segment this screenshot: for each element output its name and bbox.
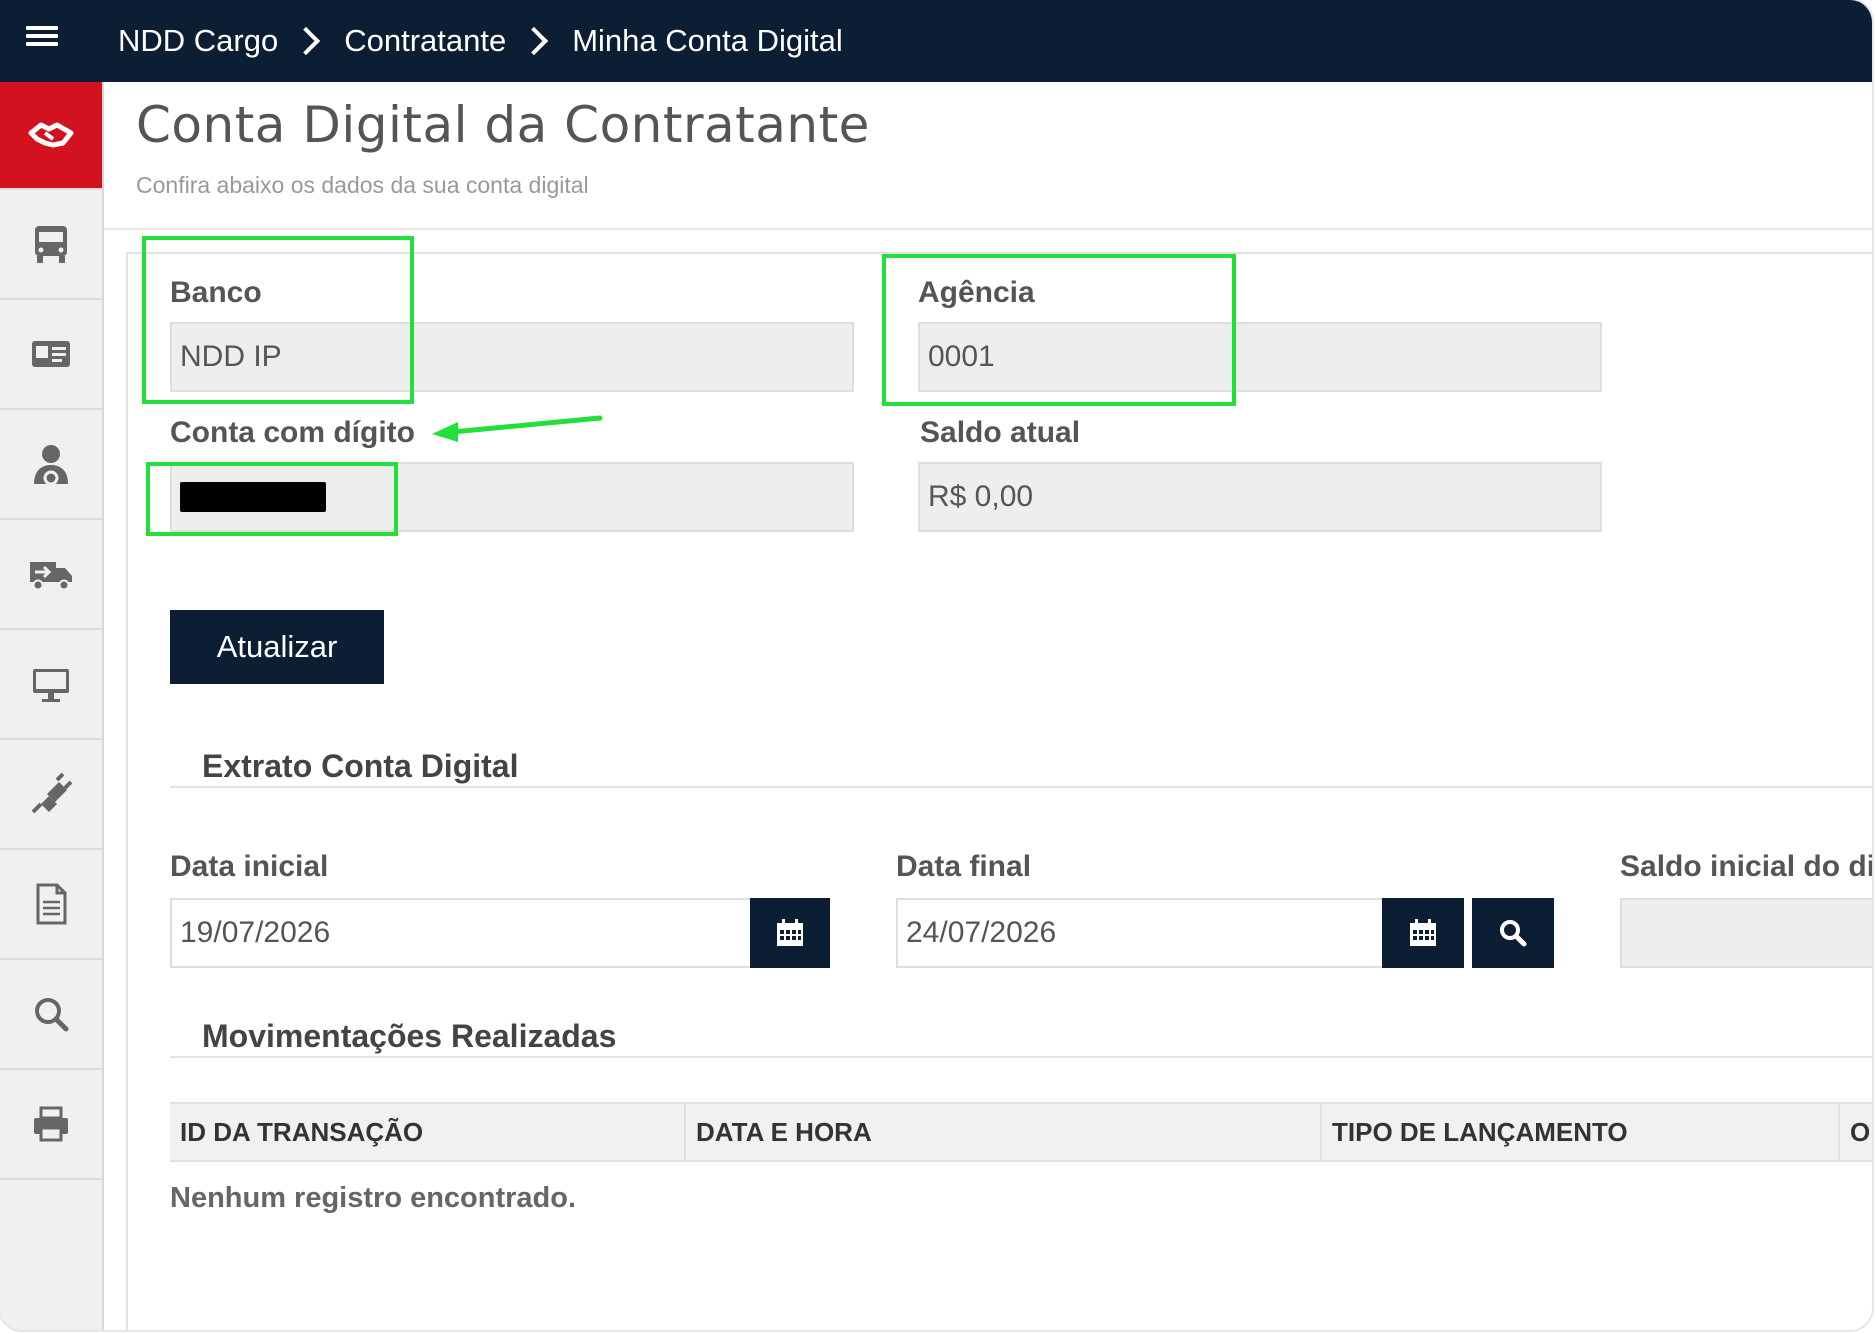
sidebar-item-delivery[interactable] — [0, 520, 102, 630]
breadcrumb-item-ndd-cargo[interactable]: NDD Cargo — [118, 23, 278, 59]
app-window: NDD Cargo Contratante Minha Conta Digita… — [0, 0, 1872, 1330]
driver-icon — [34, 445, 68, 486]
header-divider — [104, 228, 1872, 230]
id-card-icon — [32, 341, 70, 367]
balance-field[interactable]: R$ 0,00 — [918, 462, 1602, 532]
content-panel — [126, 252, 1872, 1330]
column-header-truncated[interactable]: O — [1840, 1104, 1872, 1160]
column-header-date-time[interactable]: DATA E HORA — [686, 1104, 1322, 1160]
sidebar-item-handshake[interactable] — [0, 82, 102, 190]
statement-section-title: Extrato Conta Digital — [202, 748, 519, 784]
sidebar-item-vehicles[interactable] — [0, 190, 102, 300]
search-statement-button[interactable] — [1472, 898, 1554, 968]
search-icon — [1500, 920, 1527, 947]
bank-field[interactable]: NDD IP — [170, 322, 854, 392]
sidebar-item-cards[interactable] — [0, 300, 102, 410]
end-date-calendar-button[interactable] — [1382, 898, 1464, 968]
breadcrumb-item-contratante[interactable]: Contratante — [344, 23, 506, 59]
sidebar-item-print[interactable] — [0, 1070, 102, 1180]
chevron-right-icon — [520, 26, 549, 56]
calendar-icon — [1410, 919, 1436, 946]
truck-front-icon — [35, 226, 67, 263]
agency-field[interactable]: 0001 — [918, 322, 1602, 392]
sidebar-item-drivers[interactable] — [0, 410, 102, 520]
search-icon — [35, 998, 69, 1032]
delivery-truck-icon — [30, 562, 72, 591]
sidebar-item-search[interactable] — [0, 960, 102, 1070]
sidebar — [0, 82, 104, 1330]
movements-table-header: ID DA TRANSAÇÃO DATA E HORA TIPO DE LANÇ… — [170, 1102, 1872, 1162]
breadcrumb-item-minha-conta-digital[interactable]: Minha Conta Digital — [572, 23, 843, 59]
page-title: Conta Digital da Contratante — [136, 96, 870, 154]
document-icon — [36, 883, 67, 925]
account-field[interactable] — [170, 462, 854, 532]
sidebar-item-monitor[interactable] — [0, 630, 102, 740]
plug-icon — [31, 772, 73, 814]
printer-icon — [34, 1106, 68, 1142]
breadcrumb: NDD Cargo Contratante Minha Conta Digita… — [118, 0, 843, 82]
movements-divider — [170, 1056, 1872, 1058]
account-label: Conta com dígito — [170, 416, 415, 449]
end-date-label: Data final — [896, 850, 1032, 883]
annotation-arrow-icon — [432, 415, 603, 442]
handshake-icon — [28, 122, 74, 148]
bank-label: Banco — [170, 276, 262, 309]
empty-table-message: Nenhum registro encontrado. — [170, 1182, 577, 1214]
sidebar-item-documents[interactable] — [0, 850, 102, 960]
opening-balance-field[interactable] — [1620, 898, 1872, 968]
redacted-account-number — [180, 482, 326, 512]
update-button[interactable]: Atualizar — [170, 610, 384, 684]
top-bar: NDD Cargo Contratante Minha Conta Digita… — [0, 0, 1872, 82]
start-date-calendar-button[interactable] — [750, 898, 830, 968]
sidebar-item-integrations[interactable] — [0, 740, 102, 850]
page-subtitle: Confira abaixo os dados da sua conta dig… — [136, 172, 589, 198]
chevron-right-icon — [292, 26, 321, 56]
agency-label: Agência — [918, 276, 1035, 309]
hamburger-menu-icon[interactable] — [26, 22, 58, 54]
calendar-icon — [777, 919, 803, 946]
start-date-input[interactable] — [170, 898, 750, 968]
column-header-entry-type[interactable]: TIPO DE LANÇAMENTO — [1322, 1104, 1840, 1160]
opening-balance-label: Saldo inicial do di — [1620, 850, 1872, 883]
end-date-input[interactable] — [896, 898, 1382, 968]
start-date-label: Data inicial — [170, 850, 329, 883]
balance-label: Saldo atual — [920, 416, 1081, 449]
monitor-icon — [33, 669, 69, 702]
movements-section-title: Movimentações Realizadas — [202, 1018, 617, 1054]
statement-divider — [170, 786, 1872, 788]
column-header-transaction-id[interactable]: ID DA TRANSAÇÃO — [170, 1104, 686, 1160]
